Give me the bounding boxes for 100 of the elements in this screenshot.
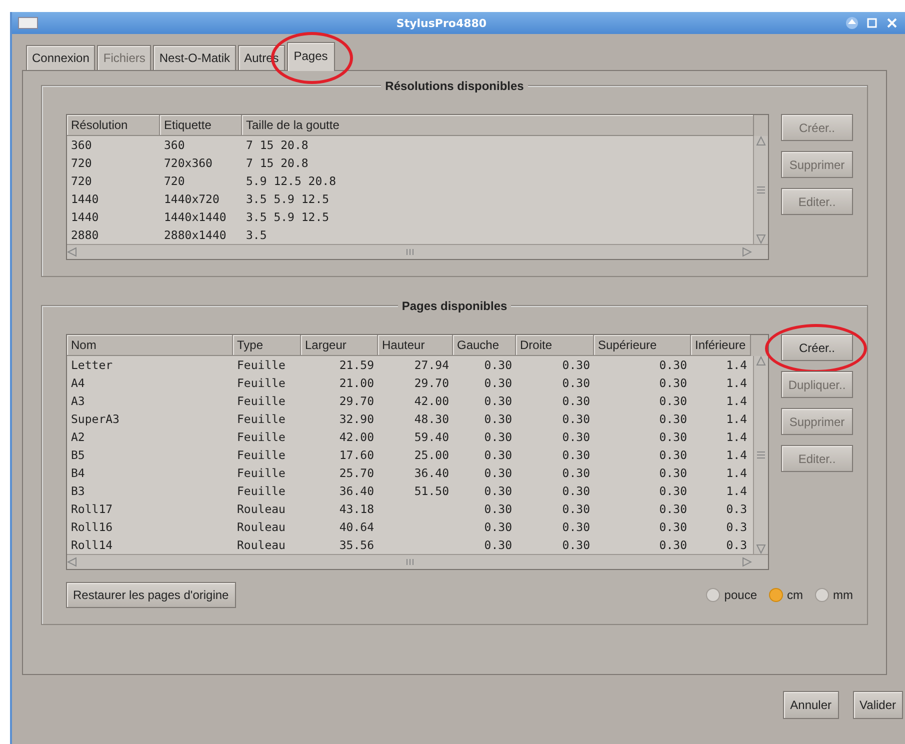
- column-header[interactable]: Nom: [67, 335, 233, 356]
- table-cell: 0.30: [659, 376, 687, 390]
- table-cell: 21.00: [339, 376, 374, 390]
- table-cell: 0.30: [484, 394, 512, 408]
- table-cell: 36.40: [414, 466, 449, 480]
- table-cell: Rouleau: [237, 538, 286, 552]
- vertical-scrollbar[interactable]: [753, 356, 768, 554]
- scroll-left-icon[interactable]: [67, 247, 77, 257]
- table-cell: 1440: [71, 210, 99, 224]
- table-cell: 40.64: [339, 520, 374, 534]
- table-cell: 1.4: [726, 448, 747, 462]
- table-cell: 27.94: [414, 358, 449, 372]
- table-cell: 0.30: [562, 412, 590, 426]
- table-cell: 0.30: [484, 502, 512, 516]
- table-cell: 1.4: [726, 430, 747, 444]
- grip-icon[interactable]: [755, 186, 767, 194]
- column-header[interactable]: Largeur: [301, 335, 378, 356]
- action-button[interactable]: Créer..: [781, 334, 853, 361]
- vertical-scrollbar[interactable]: [753, 136, 768, 244]
- scroll-down-icon[interactable]: [756, 544, 766, 554]
- table-cell: 0.30: [562, 466, 590, 480]
- column-header[interactable]: Inférieure: [691, 335, 751, 356]
- maximize-icon[interactable]: [865, 16, 879, 30]
- table-cell: 0.30: [659, 412, 687, 426]
- column-header[interactable]: Etiquette: [160, 115, 242, 136]
- grip-icon[interactable]: [404, 558, 416, 566]
- table-cell: Feuille: [237, 412, 286, 426]
- column-header[interactable]: Droite: [516, 335, 594, 356]
- horizontal-scrollbar[interactable]: [67, 554, 768, 569]
- table-cell: Feuille: [237, 376, 286, 390]
- radio-button[interactable]: [769, 588, 783, 602]
- table-cell: B5: [71, 448, 85, 462]
- grip-icon[interactable]: [755, 451, 767, 459]
- table-cell: Feuille: [237, 466, 286, 480]
- radio-label[interactable]: cm: [787, 588, 803, 602]
- window-title: StylusPro4880: [395, 16, 488, 30]
- radio-label[interactable]: mm: [833, 588, 853, 602]
- table-cell: 32.90: [339, 412, 374, 426]
- table-cell: Feuille: [237, 358, 286, 372]
- table-cell: B3: [71, 484, 85, 498]
- table-cell: 0.30: [659, 502, 687, 516]
- table-cell: 17.60: [339, 448, 374, 462]
- table-cell: 2880x1440: [164, 228, 226, 242]
- table-cell: 2880: [71, 228, 99, 242]
- table-cell: 1.4: [726, 412, 747, 426]
- scroll-down-icon[interactable]: [756, 234, 766, 244]
- table-cell: 0.30: [562, 520, 590, 534]
- tab[interactable]: Connexion: [26, 45, 96, 70]
- column-header[interactable]: Hauteur: [378, 335, 453, 356]
- scroll-right-icon[interactable]: [742, 247, 752, 257]
- table-cell: 0.30: [562, 538, 590, 552]
- table-cell: 1440: [71, 192, 99, 206]
- table-cell: Rouleau: [237, 520, 286, 534]
- restore-button[interactable]: Restaurer les pages d'origine: [66, 582, 236, 608]
- column-header[interactable]: Taille de la goutte: [242, 115, 754, 136]
- table-cell: A2: [71, 430, 85, 444]
- tab[interactable]: Pages: [286, 42, 335, 71]
- table-cell: 0.30: [659, 430, 687, 444]
- table-cell: 0.30: [562, 484, 590, 498]
- table-cell: 1.4: [726, 466, 747, 480]
- dialog-button[interactable]: Valider: [852, 691, 903, 719]
- table-cell: Roll17: [71, 502, 113, 516]
- radio-button[interactable]: [706, 588, 720, 602]
- table-cell: 3.5 5.9 12.5: [246, 210, 330, 224]
- scroll-right-icon[interactable]: [742, 557, 752, 567]
- table-cell: Rouleau: [237, 502, 286, 516]
- table-cell: 720: [71, 174, 92, 188]
- radio-button[interactable]: [815, 588, 829, 602]
- window-menu-icon[interactable]: [18, 17, 38, 29]
- horizontal-scrollbar[interactable]: [67, 244, 768, 259]
- table-cell: 0.30: [659, 358, 687, 372]
- radio-label[interactable]: pouce: [724, 588, 757, 602]
- table-cell: 0.30: [659, 394, 687, 408]
- table-cell: 0.30: [562, 502, 590, 516]
- table-cell: 0.30: [562, 376, 590, 390]
- scroll-left-icon[interactable]: [67, 557, 77, 567]
- table-cell: 360: [71, 138, 92, 152]
- table-cell: 1440x720: [164, 192, 220, 206]
- table-cell: 29.70: [414, 376, 449, 390]
- table-cell: Feuille: [237, 394, 286, 408]
- column-header[interactable]: Supérieure: [594, 335, 691, 356]
- column-header[interactable]: Résolution: [67, 115, 160, 136]
- table-cell: Feuille: [237, 430, 286, 444]
- table-cell: 0.30: [484, 466, 512, 480]
- scroll-up-icon[interactable]: [756, 356, 766, 366]
- column-header[interactable]: Gauche: [453, 335, 516, 356]
- column-header[interactable]: Type: [233, 335, 301, 356]
- table-cell: 360: [164, 138, 185, 152]
- table-cell: 0.3: [726, 520, 747, 534]
- table-cell: 0.30: [659, 448, 687, 462]
- dialog-button[interactable]: Annuler: [783, 691, 839, 719]
- table-cell: 0.3: [726, 538, 747, 552]
- table-cell: Feuille: [237, 484, 286, 498]
- close-icon[interactable]: [885, 16, 899, 30]
- table-cell: 1.4: [726, 394, 747, 408]
- table-cell: 0.30: [659, 520, 687, 534]
- table-cell: 7 15 20.8: [246, 156, 308, 170]
- grip-icon[interactable]: [404, 248, 416, 256]
- scroll-up-icon[interactable]: [756, 136, 766, 146]
- tab[interactable]: Nest-O-Matik: [153, 45, 236, 70]
